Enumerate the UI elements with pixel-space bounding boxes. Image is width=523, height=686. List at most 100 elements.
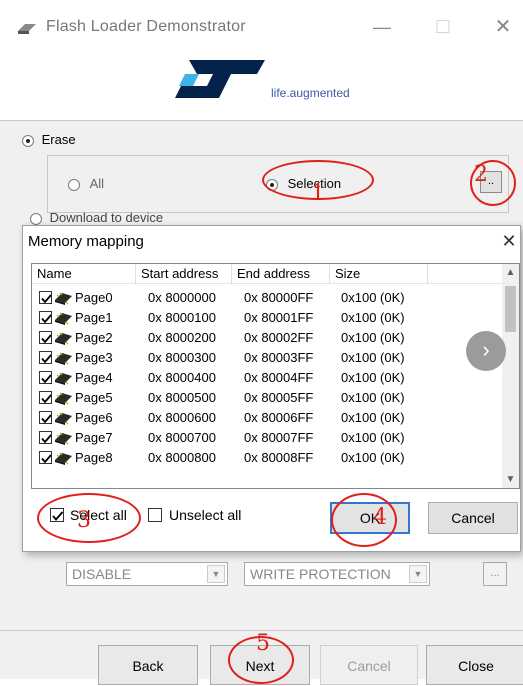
row-checkbox[interactable] [39, 411, 52, 424]
erase-label: Erase [41, 132, 76, 147]
row-checkbox[interactable] [39, 371, 52, 384]
window-title: Flash Loader Demonstrator [46, 18, 246, 35]
page-name: Page2 [75, 330, 113, 345]
table-row[interactable]: Page3 0x 8000300 0x 80003FF 0x100 (0K) [32, 348, 504, 368]
app-icon [18, 24, 36, 34]
start-address: 0x 8000200 [148, 330, 216, 345]
memory-chip-icon [55, 452, 72, 465]
table-row[interactable]: Page6 0x 8000600 0x 80006FF 0x100 (0K) [32, 408, 504, 428]
start-address: 0x 8000000 [148, 290, 216, 305]
scroll-up-icon[interactable]: ▲ [502, 264, 519, 281]
minimize-button[interactable]: — [367, 14, 397, 40]
vertical-scrollbar[interactable]: ▲ ▼ [502, 264, 519, 488]
download-label: Download to device [49, 210, 164, 225]
table-row[interactable]: Page4 0x 8000400 0x 80004FF 0x100 (0K) [32, 368, 504, 388]
annotation-number: 2 [474, 162, 488, 187]
dialog-close-button[interactable]: ✕ [498, 230, 520, 252]
end-address: 0x 80007FF [244, 430, 314, 445]
table-row[interactable]: Page2 0x 8000200 0x 80002FF 0x100 (0K) [32, 328, 504, 348]
column-header-name[interactable]: Name [32, 264, 136, 284]
row-checkbox[interactable] [39, 451, 52, 464]
close-window-button[interactable]: ✕ [488, 14, 518, 40]
column-header-start[interactable]: Start address [136, 264, 232, 284]
erase-all-radio[interactable]: All [68, 176, 104, 191]
page-name: Page1 [75, 310, 113, 325]
st-logo [175, 60, 265, 98]
table-row[interactable]: Page7 0x 8000700 0x 80007FF 0x100 (0K) [32, 428, 504, 448]
protection-mode-dropdown[interactable]: DISABLE ▼ [66, 562, 228, 586]
memory-chip-icon [55, 372, 72, 385]
start-address: 0x 8000100 [148, 310, 216, 325]
size: 0x100 (0K) [341, 410, 405, 425]
list-rows: Page0 0x 8000000 0x 80000FF 0x100 (0K) Page1… [32, 288, 504, 468]
table-row[interactable]: Page1 0x 8000100 0x 80001FF 0x100 (0K) [32, 308, 504, 328]
erase-all-indicator[interactable] [68, 178, 80, 191]
start-address: 0x 8000700 [148, 430, 216, 445]
protection-type-dropdown[interactable]: WRITE PROTECTION ▼ [244, 562, 430, 586]
unselect-all-label[interactable]: Unselect all [169, 507, 241, 523]
download-indicator[interactable] [30, 212, 42, 225]
cancel-button[interactable]: Cancel [320, 645, 418, 685]
start-address: 0x 8000400 [148, 370, 216, 385]
protection-options-button[interactable]: ... [483, 562, 507, 586]
size: 0x100 (0K) [341, 450, 405, 465]
tagline: life.augmented [271, 86, 350, 100]
erase-all-label: All [89, 176, 105, 191]
memory-chip-icon [55, 392, 72, 405]
scroll-down-icon[interactable]: ▼ [502, 471, 519, 488]
dialog-cancel-button[interactable]: Cancel [428, 502, 518, 534]
chevron-right-icon[interactable]: › [466, 331, 506, 371]
close-button[interactable]: Close [426, 645, 523, 685]
end-address: 0x 80004FF [244, 370, 314, 385]
scroll-thumb[interactable] [505, 286, 516, 332]
table-row[interactable]: Page8 0x 8000800 0x 80008FF 0x100 (0K) [32, 448, 504, 468]
protection-type-value: WRITE PROTECTION [250, 566, 391, 582]
start-address: 0x 8000300 [148, 350, 216, 365]
protection-mode-value: DISABLE [72, 566, 132, 582]
page-name: Page0 [75, 290, 113, 305]
maximize-button[interactable]: ☐ [428, 14, 458, 40]
list-header: Name Start address End address Size [32, 264, 504, 284]
erase-radio-indicator[interactable] [22, 134, 34, 147]
start-address: 0x 8000500 [148, 390, 216, 405]
end-address: 0x 80002FF [244, 330, 314, 345]
size: 0x100 (0K) [341, 310, 405, 325]
title-bar: Flash Loader Demonstrator — ☐ ✕ [0, 0, 523, 56]
memory-chip-icon [55, 332, 72, 345]
table-row[interactable]: Page0 0x 8000000 0x 80000FF 0x100 (0K) [32, 288, 504, 308]
end-address: 0x 80001FF [244, 310, 314, 325]
annotation-number: 4 [373, 505, 387, 530]
memory-chip-icon [55, 312, 72, 325]
page-name: Page7 [75, 430, 113, 445]
column-header-blank [428, 264, 504, 284]
column-header-size[interactable]: Size [330, 264, 428, 284]
chevron-down-icon[interactable]: ▼ [207, 565, 225, 583]
row-checkbox[interactable] [39, 291, 52, 304]
end-address: 0x 80005FF [244, 390, 314, 405]
column-header-end[interactable]: End address [232, 264, 330, 284]
row-checkbox[interactable] [39, 351, 52, 364]
size: 0x100 (0K) [341, 350, 405, 365]
page-name: Page4 [75, 370, 113, 385]
start-address: 0x 8000800 [148, 450, 216, 465]
chevron-down-icon[interactable]: ▼ [409, 565, 427, 583]
row-checkbox[interactable] [39, 331, 52, 344]
size: 0x100 (0K) [341, 290, 405, 305]
branding-banner: life.augmented [0, 56, 523, 120]
back-button[interactable]: Back [98, 645, 198, 685]
row-checkbox[interactable] [39, 431, 52, 444]
memory-chip-icon [55, 352, 72, 365]
erase-radio[interactable]: Erase [22, 132, 76, 147]
memory-chip-icon [55, 432, 72, 445]
end-address: 0x 80003FF [244, 350, 314, 365]
row-checkbox[interactable] [39, 391, 52, 404]
memory-list[interactable]: Name Start address End address Size Page… [31, 263, 520, 489]
end-address: 0x 80006FF [244, 410, 314, 425]
annotation-number: 3 [77, 508, 91, 533]
unselect-all-checkbox[interactable] [148, 508, 162, 522]
page-name: Page3 [75, 350, 113, 365]
table-row[interactable]: Page5 0x 8000500 0x 80005FF 0x100 (0K) [32, 388, 504, 408]
row-checkbox[interactable] [39, 311, 52, 324]
download-radio[interactable]: Download to device [30, 210, 163, 225]
annotation-number: 5 [256, 631, 270, 656]
